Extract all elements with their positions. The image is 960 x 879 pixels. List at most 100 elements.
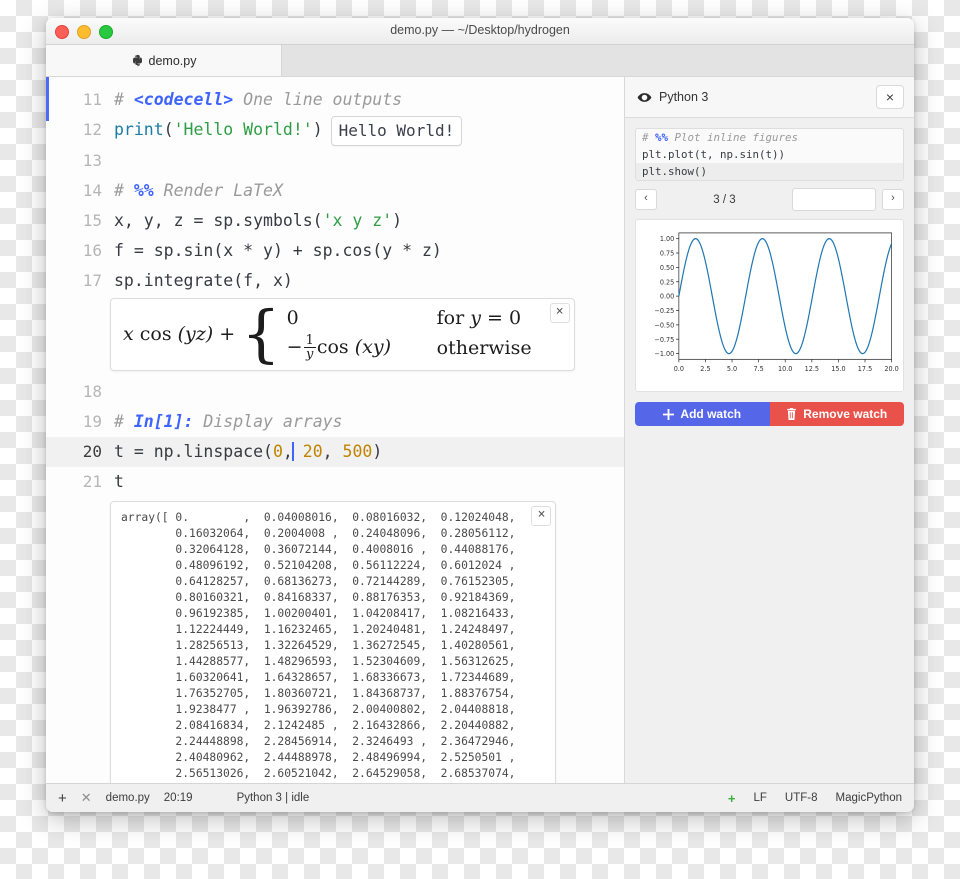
line-number: 14 [82,180,102,200]
code-token: 'Hello World!' [173,120,313,139]
code-token: plt.plot(t, np.sin(t)) [642,148,786,161]
close-latex-result-button[interactable]: × [549,302,570,323]
status-bar-left: + ✕ demo.py 20:19 Python 3 | idle [58,790,309,807]
code-line[interactable]: 12 print('Hello World!') Hello World! [46,115,624,146]
plot-axes-frame [678,232,892,360]
code-token: Display arrays [193,411,343,431]
code-line[interactable]: 15 x, y, z = sp.symbols('x y z') [46,206,624,236]
latex-content: x cos (yz) +{0 for y = 0 −1 y cos (xy) otherw… [111,299,574,370]
code-token: # [114,411,134,431]
array-output-text: array([ 0. , 0.04008016, 0.08016032, 0.1… [121,510,516,783]
close-icon[interactable]: ✕ [81,790,92,806]
editor-focus-accent [46,77,49,121]
array-result-block: × array([ 0. , 0.04008016, 0.08016032, 0.… [110,500,557,783]
watch-pager: ‹ 3 / 3 › [635,188,904,211]
code-text[interactable]: x, y, z = sp.symbols('x y z') [114,206,624,236]
git-added-icon[interactable]: + [728,791,736,806]
close-array-result-button[interactable]: × [531,505,552,526]
x-tick-label: 2.5 [700,365,710,373]
code-text[interactable]: # %% Render LaTeX [114,176,624,206]
code-line[interactable]: 14 # %% Render LaTeX [46,176,624,206]
code-token: Plot inline figures [668,131,799,144]
left-brace-icon: { [241,296,281,370]
code-text[interactable]: t [114,467,624,497]
x-tick-label: 12.5 [805,365,819,373]
code-line[interactable]: 20 t = np.linspace(0, 20, 500) [46,436,624,467]
status-line-ending[interactable]: LF [754,792,767,804]
y-tick-label: 0.00 [660,293,674,301]
inline-output-chip: Hello World! [330,115,463,146]
remove-watch-button[interactable]: Remove watch [769,402,904,426]
code-line[interactable]: 11 # <codecell> One line outputs [46,85,624,115]
add-watch-label: Add watch [680,407,742,421]
status-encoding[interactable]: UTF-8 [785,792,818,804]
code-token: One line outputs [233,90,403,109]
code-text[interactable]: t = np.linspace(0, 20, 500) [114,437,624,467]
code-token: sp.integrate(f, x) [114,270,293,290]
chevron-right-icon: › [891,192,895,204]
plot-output: 1.00 0.75 0.50 0.25 0.00 −0.25 −0.50 −0.75 −1.00… [635,219,904,392]
code-line[interactable]: 17 sp.integrate(f, x) [46,266,624,296]
tab-bar: demo.py [46,45,914,77]
code-token: # [114,180,134,200]
code-area[interactable]: 11 # <codecell> One line outputs 12 print('… [46,77,624,783]
title-bar: demo.py — ~/Desktop/hydrogen [46,18,914,45]
pager-prev-button[interactable]: ‹ [635,189,657,210]
code-token: # [114,90,134,109]
line-number: 21 [82,471,102,491]
status-cursor-position[interactable]: 20:19 [164,792,193,804]
watch-title: Python 3 [659,90,709,104]
status-bar: + ✕ demo.py 20:19 Python 3 | idle + LF U… [46,783,914,812]
tab-demo-py[interactable]: demo.py [46,45,282,76]
code-text[interactable]: f = sp.sin(x * y) + sp.cos(y * z) [114,236,624,266]
line-number: 15 [82,210,102,230]
line-number: 16 [82,240,102,260]
code-text[interactable]: print('Hello World!') Hello World! [114,115,624,146]
code-token: print [114,120,164,139]
code-line[interactable]: 18 [46,377,624,407]
code-token: t = np.linspace( [114,441,273,461]
tab-bar-empty-area [282,45,914,76]
pager-next-button[interactable]: › [882,189,904,210]
latex-case-condition: for y = 0 [436,306,522,329]
code-token: %% [133,180,154,200]
code-line[interactable]: 19 # In[1]: Display arrays [46,407,624,437]
y-tick-label: −0.75 [654,336,674,344]
workspace: 11 # <codecell> One line outputs 12 print('… [46,77,914,783]
line-number: 13 [82,150,102,170]
x-tick-label: 10.0 [778,365,792,373]
code-token: plt.show() [642,165,708,178]
code-token: 20 [302,441,323,461]
plus-icon[interactable]: + [58,790,67,807]
status-grammar[interactable]: MagicPython [836,792,902,804]
code-token: Render LaTeX [153,180,283,200]
code-token: , [322,441,343,461]
status-file-name[interactable]: demo.py [106,792,150,804]
plot-line-series [678,238,893,355]
x-tick-label: 5.0 [727,365,737,373]
code-line[interactable]: 13 [46,146,624,176]
code-text[interactable]: # <codecell> One line outputs [114,85,624,115]
trash-icon [787,408,797,420]
python-icon [132,54,142,67]
line-number: 11 [82,90,102,109]
x-tick-label: 7.5 [753,365,763,373]
status-kernel[interactable]: Python 3 | idle [237,792,310,804]
code-token: x, y, z = sp.symbols( [114,210,323,230]
code-line[interactable]: 16 f = sp.sin(x * y) + sp.cos(y * z) [46,236,624,266]
code-text[interactable]: # In[1]: Display arrays [114,407,624,437]
watch-code-line: # %% Plot inline figures [636,129,903,146]
pager-input[interactable] [792,188,876,211]
tab-label: demo.py [148,53,197,68]
add-watch-button[interactable]: Add watch [635,402,770,426]
y-tick-label: 1.00 [660,235,674,243]
eye-icon [637,92,652,102]
code-line[interactable]: 21 t [46,467,624,497]
watch-close-button[interactable]: × [876,85,904,109]
watch-code-snippet: # %% Plot inline figures plt.plot(t, np.s… [635,128,904,181]
code-text[interactable]: sp.integrate(f, x) [114,266,624,296]
latex-result-block: × x cos (yz) +{0 for y = 0 −1 y cos (xy) other… [110,297,575,371]
editor-pane[interactable]: 11 # <codecell> One line outputs 12 print('… [46,77,625,783]
y-tick-label: 0.50 [660,264,674,272]
remove-watch-label: Remove watch [803,407,888,421]
